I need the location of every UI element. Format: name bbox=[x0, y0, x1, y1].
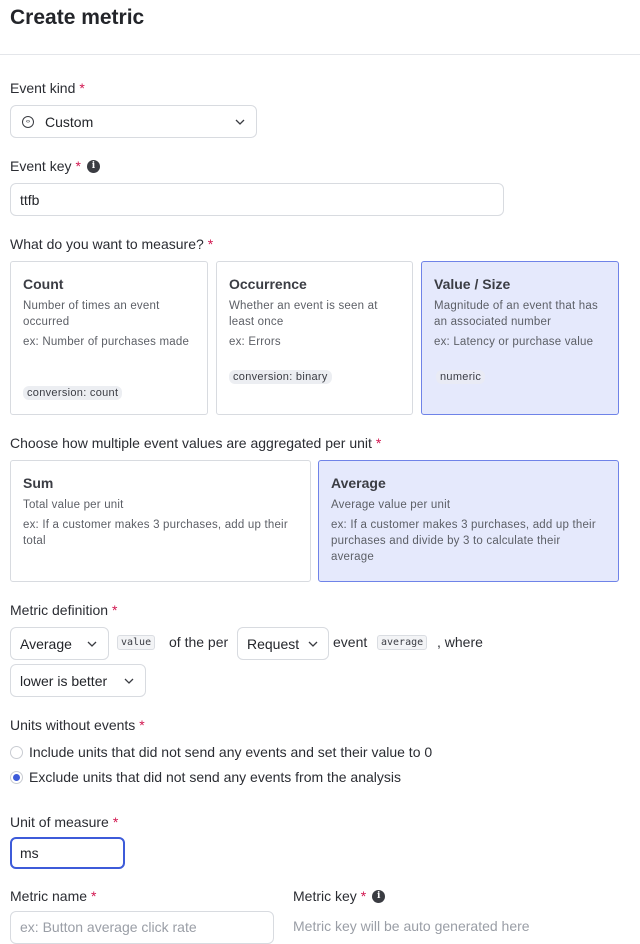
unit-of-measure-label: Unit of measure * bbox=[10, 814, 118, 830]
unit-of-measure-input[interactable]: ms bbox=[10, 837, 125, 869]
card-example: ex: Errors bbox=[229, 336, 281, 348]
info-icon[interactable]: i bbox=[372, 889, 386, 903]
card-description: Magnitude of an event that has an associ… bbox=[434, 300, 598, 328]
metric-key-label-text: Metric key bbox=[293, 888, 357, 904]
required-mark: * bbox=[79, 80, 85, 96]
unit-select-value: Request bbox=[247, 635, 300, 652]
card-description: Number of times an event occurred bbox=[23, 300, 160, 328]
card-example: ex: Number of purchases made bbox=[23, 336, 190, 348]
metric-key-label: Metric key * i bbox=[293, 888, 386, 904]
direction-select[interactable]: lower is better bbox=[10, 664, 146, 697]
measure-label-text: What do you want to measure? bbox=[10, 236, 204, 252]
card-title: Occurrence bbox=[229, 276, 307, 292]
measure-option-occurrence[interactable]: Occurrence Whether an event is seen at l… bbox=[216, 261, 413, 415]
aggregate-select[interactable]: Average bbox=[10, 627, 109, 660]
definition-text: of the per bbox=[169, 634, 229, 650]
measure-option-count[interactable]: Count Number of times an event occurred … bbox=[10, 261, 208, 415]
definition-text: event bbox=[333, 634, 368, 650]
required-mark: * bbox=[360, 888, 367, 904]
radio-include-units[interactable]: Include units that did not send any even… bbox=[10, 744, 432, 760]
aggregation-option-average[interactable]: Average Average value per unit ex: If a … bbox=[318, 460, 619, 582]
radio-button[interactable] bbox=[10, 745, 23, 759]
metric-name-label-text: Metric name bbox=[10, 888, 88, 904]
card-description: Whether an event is seen at least once bbox=[229, 300, 378, 328]
measure-label: What do you want to measure? * bbox=[10, 236, 213, 252]
measure-option-value-size[interactable]: Value / Size Magnitude of an event that … bbox=[421, 261, 619, 415]
units-without-events-label-text: Units without events bbox=[10, 717, 136, 733]
card-tag: numeric bbox=[436, 370, 486, 384]
aggregation-label: Choose how multiple event values are agg… bbox=[10, 435, 381, 451]
event-key-label: Event key * i bbox=[10, 158, 100, 174]
aggregation-option-sum[interactable]: Sum Total value per unit ex: If a custom… bbox=[10, 460, 311, 582]
event-code: average bbox=[377, 635, 428, 650]
card-title: Value / Size bbox=[434, 276, 511, 292]
event-key-label-text: Event key bbox=[10, 158, 72, 174]
card-description: Total value per unit bbox=[23, 499, 124, 511]
metric-name-label: Metric name * bbox=[10, 888, 96, 904]
unit-of-measure-value: ms bbox=[20, 845, 39, 861]
chevron-down-icon bbox=[235, 118, 245, 126]
card-title: Average bbox=[331, 475, 386, 491]
card-tag: conversion: count bbox=[23, 386, 123, 400]
info-icon[interactable]: i bbox=[86, 159, 100, 173]
radio-button[interactable] bbox=[10, 770, 23, 784]
event-key-value: ttfb bbox=[20, 191, 40, 208]
unit-select[interactable]: Request bbox=[237, 627, 329, 660]
event-kind-label-text: Event kind bbox=[10, 80, 76, 96]
radio-label: Include units that did not send any even… bbox=[29, 744, 433, 760]
code-brackets-icon: ‹› bbox=[22, 115, 34, 128]
card-tag: conversion: binary bbox=[229, 370, 332, 384]
card-example: ex: If a customer makes 3 purchases, add… bbox=[23, 519, 288, 547]
page-header: Create metric bbox=[0, 0, 640, 55]
radio-label: Exclude units that did not send any even… bbox=[29, 769, 401, 785]
metric-definition-label: Metric definition * bbox=[10, 602, 118, 618]
event-key-input[interactable]: ttfb bbox=[10, 183, 504, 216]
aggregate-select-value: Average bbox=[20, 635, 72, 652]
radio-exclude-units[interactable]: Exclude units that did not send any even… bbox=[10, 769, 401, 785]
chevron-down-icon bbox=[87, 640, 97, 648]
definition-text: , where bbox=[437, 634, 483, 650]
required-mark: * bbox=[91, 888, 97, 904]
card-example: ex: Latency or purchase value bbox=[434, 336, 594, 348]
metric-name-placeholder: ex: Button average click rate bbox=[20, 919, 197, 935]
event-kind-label: Event kind * bbox=[10, 80, 85, 96]
card-title: Sum bbox=[23, 475, 54, 491]
event-kind-select[interactable]: ‹› Custom bbox=[10, 105, 257, 138]
card-description: Average value per unit bbox=[331, 499, 451, 511]
card-title: Count bbox=[23, 276, 64, 292]
required-mark: * bbox=[75, 158, 81, 174]
aggregation-label-text: Choose how multiple event values are agg… bbox=[10, 435, 372, 451]
page-title: Create metric bbox=[10, 6, 145, 29]
chevron-down-icon bbox=[124, 677, 134, 685]
radio-dot bbox=[13, 773, 20, 781]
unit-of-measure-label-text: Unit of measure bbox=[10, 814, 109, 830]
value-code: value bbox=[117, 635, 156, 650]
metric-key-placeholder: Metric key will be auto generated here bbox=[293, 918, 530, 934]
units-without-events-label: Units without events * bbox=[10, 717, 145, 733]
required-mark: * bbox=[207, 236, 214, 252]
required-mark: * bbox=[112, 814, 119, 830]
required-mark: * bbox=[139, 717, 145, 733]
metric-definition-label-text: Metric definition bbox=[10, 602, 109, 618]
direction-select-value: lower is better bbox=[20, 672, 108, 689]
event-kind-value: Custom bbox=[45, 113, 94, 130]
card-example: ex: If a customer makes 3 purchases, add… bbox=[331, 519, 596, 563]
required-mark: * bbox=[112, 602, 118, 618]
chevron-down-icon bbox=[308, 640, 318, 648]
required-mark: * bbox=[375, 435, 382, 451]
